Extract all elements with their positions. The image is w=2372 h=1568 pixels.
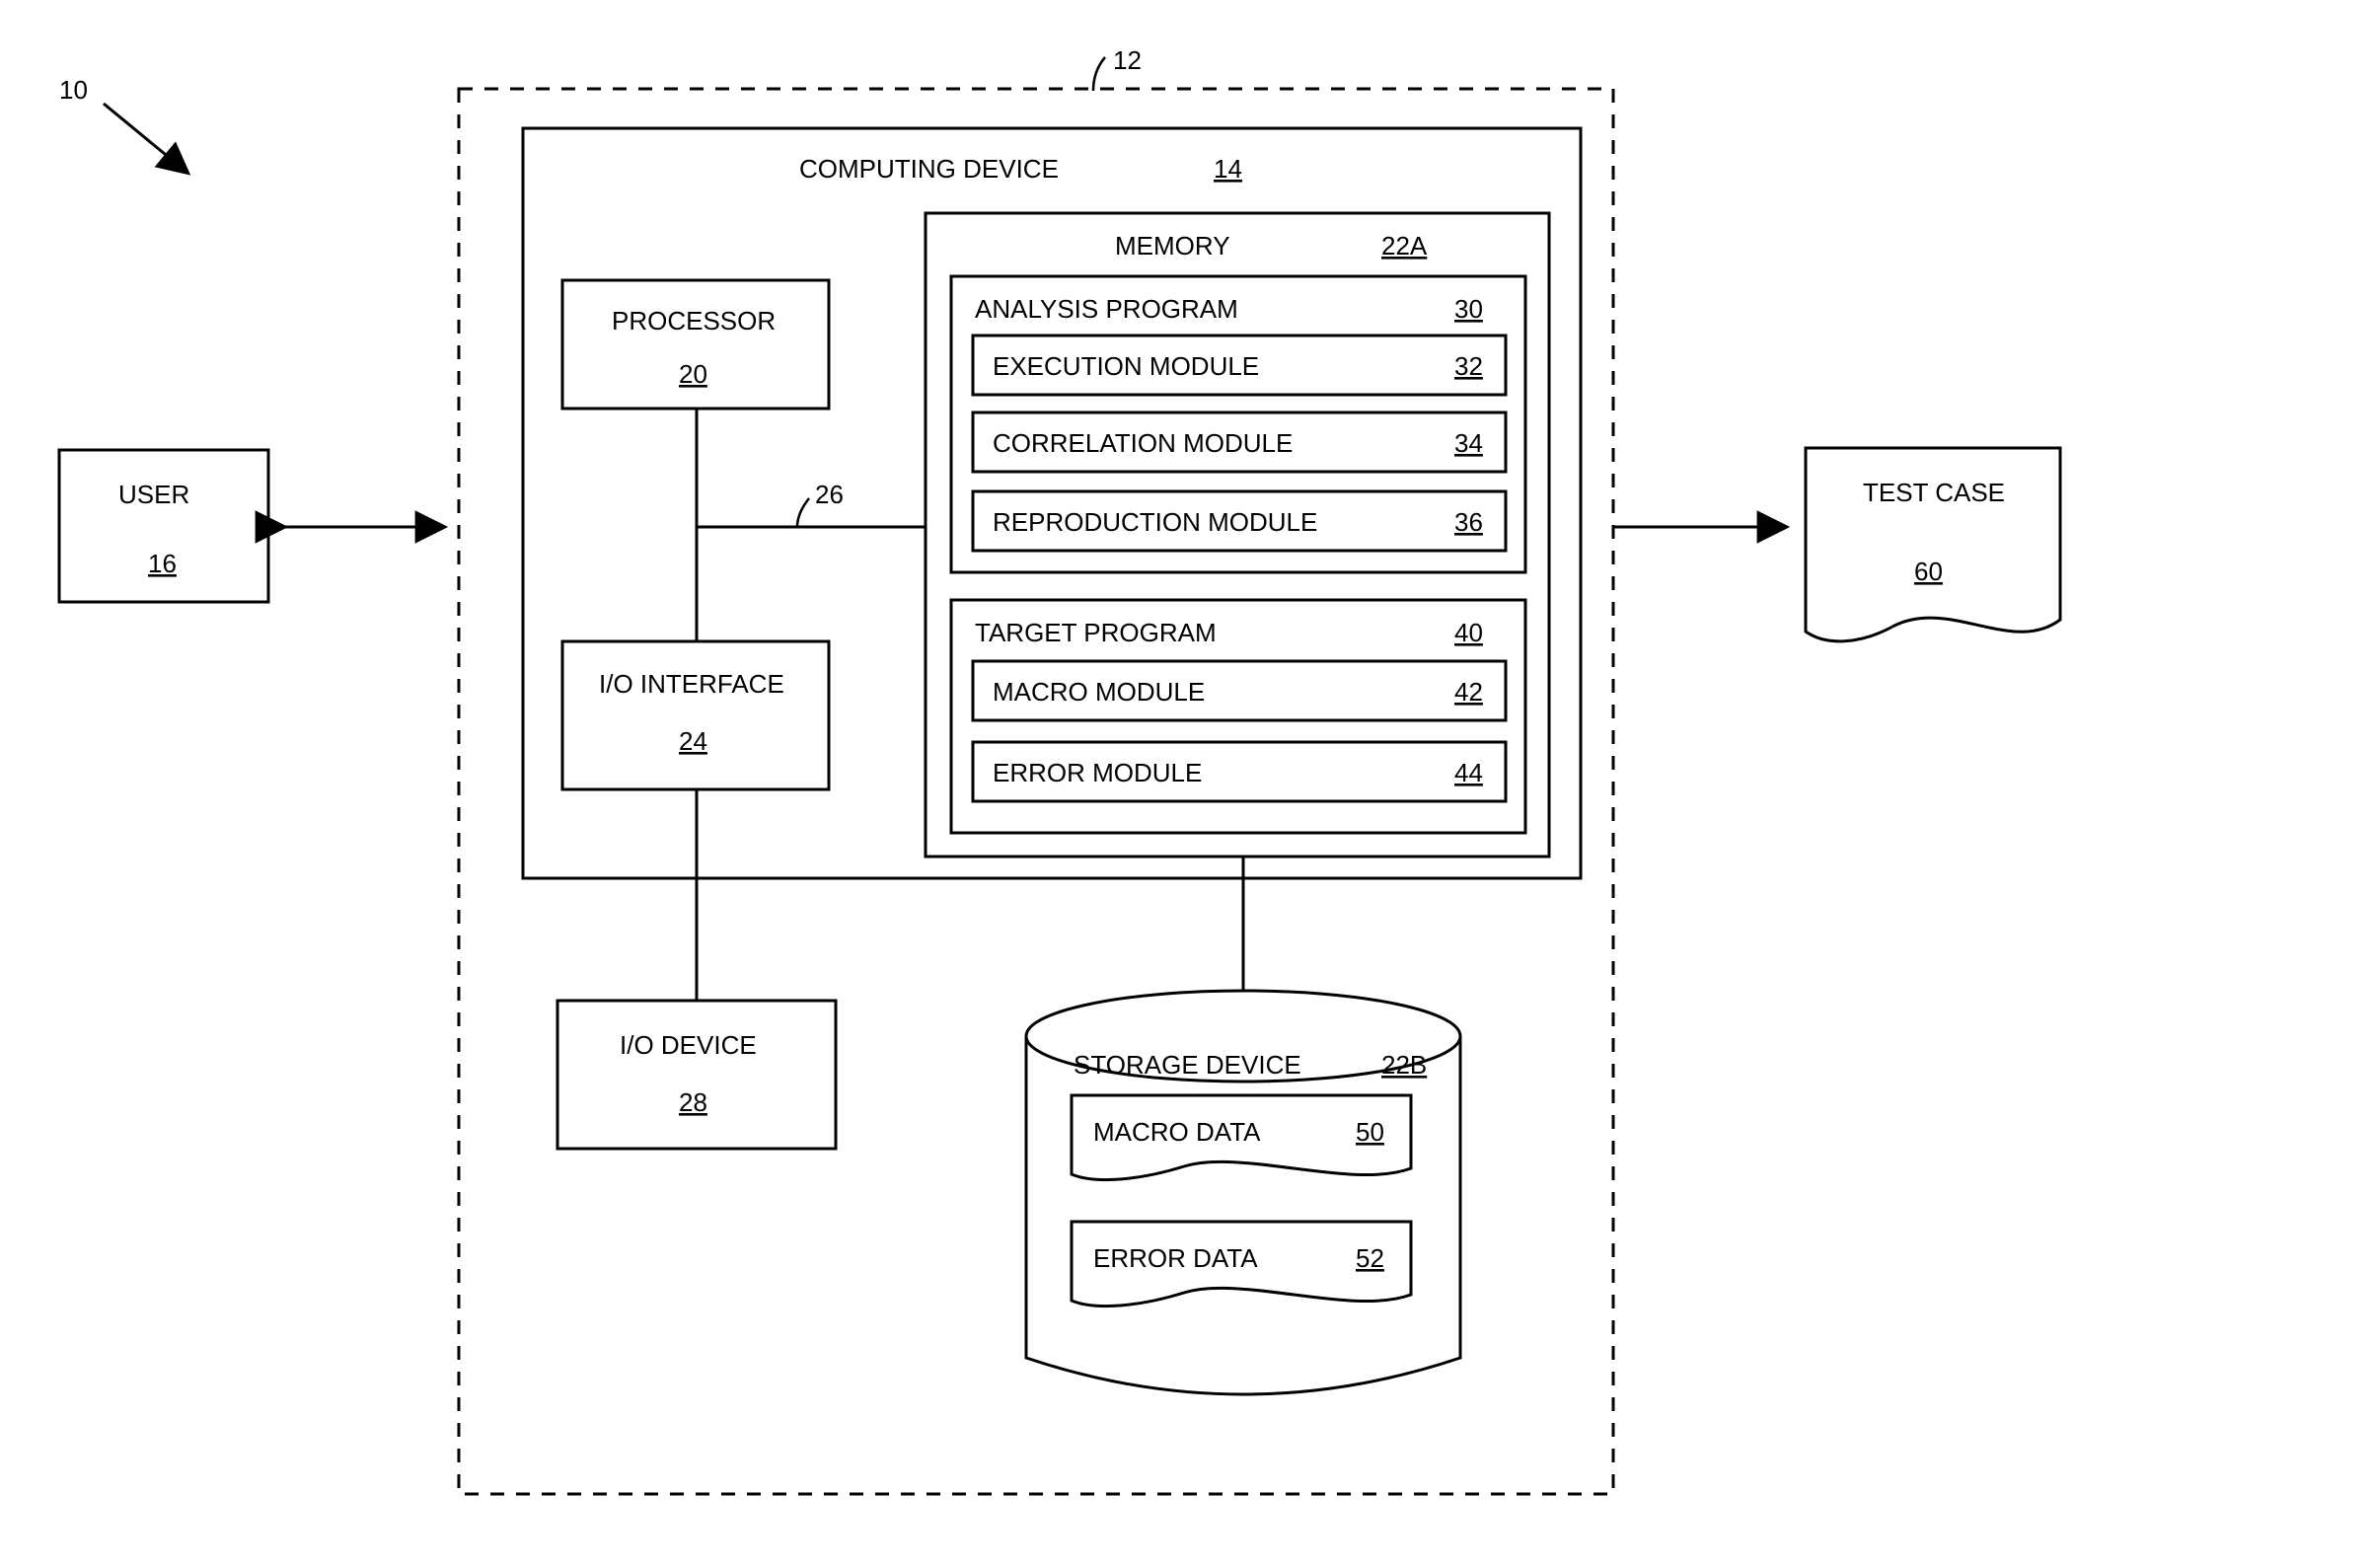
target-program-ref: 40 xyxy=(1454,618,1483,647)
bus-ref: 26 xyxy=(815,480,844,509)
overall-ref-arrow xyxy=(104,104,187,173)
storage-item-1-ref: 52 xyxy=(1356,1243,1384,1273)
analysis-program-ref: 30 xyxy=(1454,294,1483,324)
io-device-ref: 28 xyxy=(679,1087,707,1117)
analysis-module-2-label: REPRODUCTION MODULE xyxy=(993,507,1317,537)
storage-item-0-ref: 50 xyxy=(1356,1117,1384,1147)
test-case-ref: 60 xyxy=(1914,557,1943,586)
computing-device-label: COMPUTING DEVICE xyxy=(799,154,1059,184)
io-device-box xyxy=(557,1001,836,1149)
target-module-1-ref: 44 xyxy=(1454,758,1483,787)
io-device-label: I/O DEVICE xyxy=(620,1030,757,1060)
processor-box xyxy=(562,280,829,409)
user-label: USER xyxy=(118,480,189,509)
target-module-1-label: ERROR MODULE xyxy=(993,758,1202,787)
io-interface-box xyxy=(562,641,829,789)
storage-item-0-label: MACRO DATA xyxy=(1093,1117,1261,1147)
boundary-ref: 12 xyxy=(1113,45,1142,75)
storage-device-ref: 22B xyxy=(1381,1050,1427,1080)
boundary-leader xyxy=(1093,57,1105,91)
processor-ref: 20 xyxy=(679,359,707,389)
storage-device-label: STORAGE DEVICE xyxy=(1074,1050,1301,1080)
analysis-module-1-ref: 34 xyxy=(1454,428,1483,458)
analysis-module-0-ref: 32 xyxy=(1454,351,1483,381)
target-module-0-label: MACRO MODULE xyxy=(993,677,1205,707)
analysis-program-label: ANALYSIS PROGRAM xyxy=(975,294,1238,324)
memory-ref: 22A xyxy=(1381,231,1428,261)
target-module-0-ref: 42 xyxy=(1454,677,1483,707)
analysis-module-0-label: EXECUTION MODULE xyxy=(993,351,1259,381)
analysis-module-1-label: CORRELATION MODULE xyxy=(993,428,1293,458)
target-program-label: TARGET PROGRAM xyxy=(975,618,1217,647)
storage-item-1-label: ERROR DATA xyxy=(1093,1243,1258,1273)
io-interface-label: I/O INTERFACE xyxy=(599,669,784,699)
test-case-label: TEST CASE xyxy=(1863,478,2005,507)
memory-label: MEMORY xyxy=(1115,231,1230,261)
bus-leader xyxy=(797,498,809,527)
analysis-module-2-ref: 36 xyxy=(1454,507,1483,537)
user-ref: 16 xyxy=(148,549,177,578)
overall-ref: 10 xyxy=(59,75,88,105)
io-interface-ref: 24 xyxy=(679,726,707,756)
computing-device-ref: 14 xyxy=(1214,154,1242,184)
processor-label: PROCESSOR xyxy=(612,306,776,336)
user-box xyxy=(59,450,268,602)
